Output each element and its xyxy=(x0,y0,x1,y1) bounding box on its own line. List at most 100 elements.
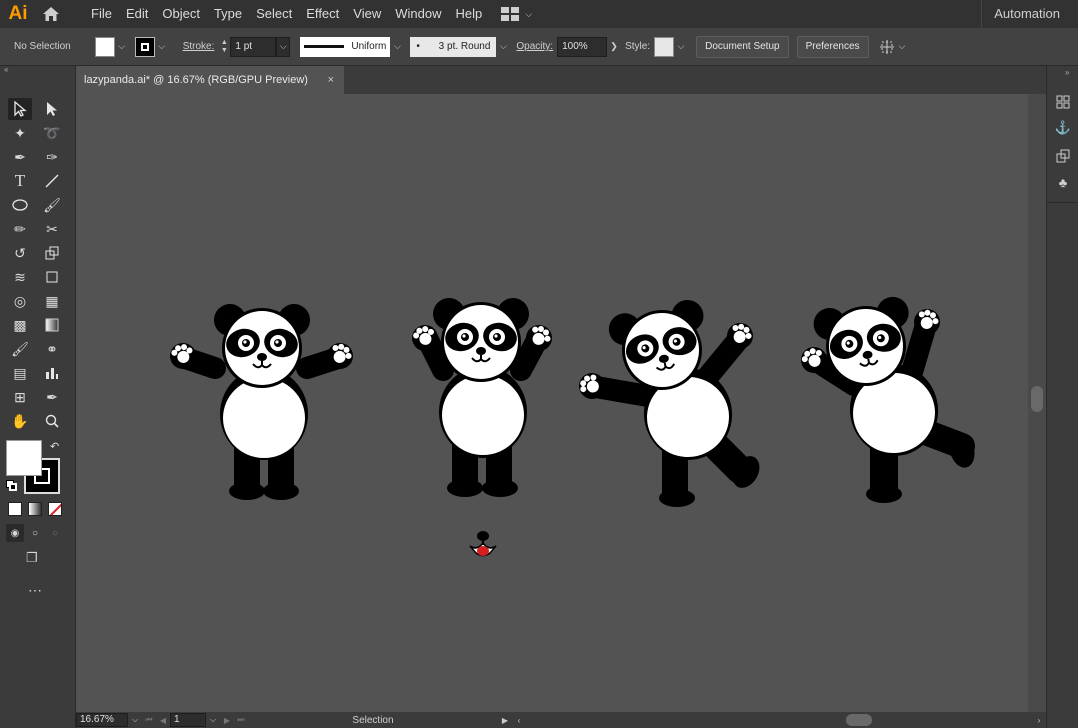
shape-builder-tool-icon[interactable]: ◎ xyxy=(8,290,32,312)
arrange-documents-button[interactable]: ⌵ xyxy=(501,7,532,21)
menu-object[interactable]: Object xyxy=(155,0,207,28)
rotate-tool-icon[interactable]: ↺ xyxy=(8,242,32,264)
swap-colors-icon[interactable]: ↶ xyxy=(50,440,59,453)
stroke-weight-stepper[interactable]: ▲ ▼ xyxy=(218,37,230,57)
pen-tool-icon[interactable]: ✒ xyxy=(8,146,32,168)
menu-select[interactable]: Select xyxy=(249,0,299,28)
scroll-right-arrow[interactable]: › xyxy=(1032,716,1046,725)
panda-waving[interactable] xyxy=(574,295,765,507)
selection-tool-icon[interactable] xyxy=(8,98,32,120)
default-colors-icon[interactable] xyxy=(6,480,18,492)
stroke-swatch[interactable] xyxy=(134,36,155,57)
paintbrush-tool-icon[interactable]: 🖌 xyxy=(40,194,64,216)
stroke-profile-dropdown[interactable]: ⌵ xyxy=(390,37,404,57)
panda-arms-up[interactable] xyxy=(407,297,557,497)
vertical-scrollbar[interactable] xyxy=(1028,94,1046,712)
workspace-switcher[interactable]: Automation xyxy=(981,0,1078,28)
gradient-mode-icon[interactable] xyxy=(28,502,42,516)
menu-type[interactable]: Type xyxy=(207,0,249,28)
variable-width-profile[interactable]: Uniform xyxy=(300,36,391,57)
collapse-panel-icon[interactable]: « xyxy=(0,66,75,76)
warp-tool-icon[interactable]: ≋ xyxy=(8,266,32,288)
artboard-number-field[interactable]: 1 xyxy=(170,713,206,727)
menu-window[interactable]: Window xyxy=(388,0,448,28)
status-menu-arrow[interactable]: ▶ xyxy=(498,716,512,725)
menu-help[interactable]: Help xyxy=(448,0,489,28)
menu-edit[interactable]: Edit xyxy=(119,0,155,28)
close-icon[interactable]: × xyxy=(328,74,334,86)
stroke-weight-field[interactable]: 1 pt xyxy=(230,36,277,57)
opacity-field[interactable]: 100% xyxy=(557,36,608,57)
symbol-sprayer-tool-icon[interactable]: ▤ xyxy=(8,362,32,384)
opacity-label[interactable]: Opacity: xyxy=(516,41,553,52)
curvature-tool-icon[interactable]: ✑ xyxy=(40,146,64,168)
stroke-color-dropdown[interactable]: ⌵ xyxy=(155,37,169,57)
graphic-style-swatch[interactable] xyxy=(654,36,675,57)
blend-tool-icon[interactable]: ⚭ xyxy=(40,338,64,360)
panda-standing[interactable] xyxy=(166,303,357,500)
perspective-grid-tool-icon[interactable]: ▦ xyxy=(40,290,64,312)
menu-view[interactable]: View xyxy=(346,0,388,28)
panda-dancing[interactable] xyxy=(795,293,978,503)
line-segment-tool-icon[interactable] xyxy=(40,170,64,192)
fill-color-box-front[interactable] xyxy=(6,440,42,476)
last-artboard-button[interactable]: ⏭ xyxy=(234,715,248,725)
none-mode-icon[interactable] xyxy=(48,502,62,516)
artboard-canvas[interactable] xyxy=(76,94,1028,712)
panda-mouth-fragment[interactable] xyxy=(469,531,497,557)
symbols-icon[interactable]: ♣ xyxy=(1053,172,1073,192)
type-tool-icon[interactable]: T xyxy=(8,170,32,192)
gradient-tool-icon[interactable] xyxy=(40,314,64,336)
document-setup-button[interactable]: Document Setup xyxy=(696,35,789,58)
document-tab[interactable]: lazypanda.ai* @ 16.67% (RGB/GPU Preview)… xyxy=(76,66,344,94)
magic-wand-tool-icon[interactable]: ✦ xyxy=(8,122,32,144)
artboard-dropdown[interactable]: ⌵ xyxy=(206,715,220,725)
previous-artboard-button[interactable]: ◀ xyxy=(156,716,170,725)
fill-dropdown[interactable]: ⌵ xyxy=(115,37,129,57)
vertical-scroll-thumb[interactable] xyxy=(1031,386,1043,412)
ellipse-tool-icon[interactable] xyxy=(8,194,32,216)
edit-toolbar-icon[interactable]: ⋯ xyxy=(28,582,43,599)
hand-tool-icon[interactable]: ✋ xyxy=(8,410,32,432)
eyedropper-tool-icon[interactable]: 🖌 xyxy=(8,338,32,360)
fill-swatch[interactable] xyxy=(94,36,115,57)
stroke-weight-dropdown[interactable]: ⌵ xyxy=(276,36,291,57)
zoom-tool-icon[interactable] xyxy=(40,410,64,432)
menu-file[interactable]: File xyxy=(84,0,119,28)
zoom-field[interactable]: 16.67% xyxy=(76,713,128,727)
scale-tool-icon[interactable] xyxy=(40,242,64,264)
scissors-tool-icon[interactable]: ✂ xyxy=(40,218,64,240)
horizontal-scrollbar[interactable] xyxy=(526,712,1032,728)
color-mode-icon[interactable] xyxy=(8,502,22,516)
artboard-tool-icon[interactable]: ⊞ xyxy=(8,386,32,408)
free-transform-tool-icon[interactable] xyxy=(40,266,64,288)
scroll-left-arrow[interactable]: ‹ xyxy=(512,716,526,725)
slice-tool-icon[interactable]: ✒ xyxy=(40,386,64,408)
mesh-tool-icon[interactable]: ▩ xyxy=(8,314,32,336)
preferences-button[interactable]: Preferences xyxy=(796,35,869,58)
layers-icon[interactable] xyxy=(1053,146,1073,166)
arrange-options[interactable]: ⌵ xyxy=(879,39,905,55)
screen-mode-icon[interactable]: ❐ xyxy=(26,550,38,566)
shaper-tool-icon[interactable]: ✏ xyxy=(8,218,32,240)
lasso-tool-icon[interactable]: ➰ xyxy=(40,122,64,144)
expand-panels-icon[interactable]: » xyxy=(1065,68,1069,77)
stroke-label[interactable]: Stroke: xyxy=(183,41,215,52)
opacity-flyout[interactable]: ❯ xyxy=(607,37,621,57)
brush-dropdown[interactable]: ⌵ xyxy=(496,37,510,57)
first-artboard-button[interactable]: ⏮ xyxy=(142,715,156,725)
home-icon[interactable] xyxy=(36,0,66,28)
column-graph-tool-icon[interactable] xyxy=(40,362,64,384)
libraries-icon[interactable] xyxy=(1053,92,1073,112)
brush-definition[interactable]: • 3 pt. Round xyxy=(410,36,497,57)
brushes-icon[interactable]: ⚓ xyxy=(1053,118,1073,138)
graphic-style-dropdown[interactable]: ⌵ xyxy=(674,37,688,57)
next-artboard-button[interactable]: ▶ xyxy=(220,716,234,725)
draw-behind-icon[interactable]: ○ xyxy=(26,524,44,542)
zoom-dropdown[interactable]: ⌵ xyxy=(128,715,142,725)
draw-normal-icon[interactable]: ◉ xyxy=(6,524,24,542)
direct-selection-tool-icon[interactable] xyxy=(40,98,64,120)
menu-effect[interactable]: Effect xyxy=(299,0,346,28)
draw-inside-icon[interactable]: ○ xyxy=(46,524,64,542)
horizontal-scroll-thumb[interactable] xyxy=(846,714,872,726)
